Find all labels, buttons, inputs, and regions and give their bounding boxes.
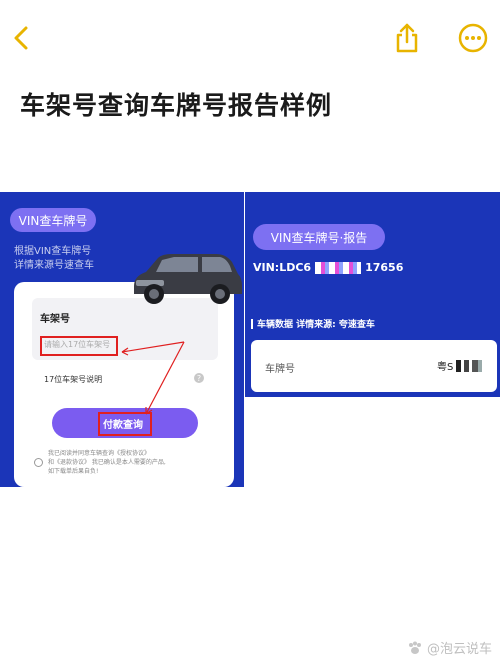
plate-card: 车牌号 粤S [251,340,497,392]
back-button[interactable] [8,24,36,52]
more-dots-icon [458,23,488,53]
plate-label: 车牌号 [265,364,295,375]
data-source-text: 车辆数据 详情来源: 夸速查车 [257,320,375,330]
share-button[interactable] [392,22,422,54]
vin-prefix: VIN:LDC6 [253,261,312,274]
vin-number-row: VIN:LDC6 17656 [253,261,403,274]
plate-value: 粤S [437,362,454,373]
share-icon [396,23,418,53]
source-line: 车辆数据 详情来源: 夸速查车 [251,317,375,330]
report-tag: VIN查车牌号·报告 [253,224,385,250]
paw-icon [408,641,421,654]
plate-masked-pixels [456,359,483,372]
more-button[interactable] [457,22,489,54]
annotation-arrows [121,341,185,415]
page-title: 车架号查询车牌号报告样例 [20,91,333,120]
watermark: @泡云说车 [407,638,492,657]
plate-value-row: 粤S [437,358,483,373]
chevron-left-icon [14,26,28,50]
section-marker [251,318,253,329]
vin-suffix: 17656 [365,261,404,274]
left-screenshot: VIN查车牌号 根据VIN查车牌号 详情来源号速查车 车架号 请输入17位车架号… [0,192,244,487]
right-screenshot: VIN查车牌号·报告 VIN:LDC6 17656 车辆数据 详情来源: 夸速查… [245,192,500,397]
watermark-text: @泡云说车 [426,642,492,657]
vin-masked-pixels [315,261,362,274]
